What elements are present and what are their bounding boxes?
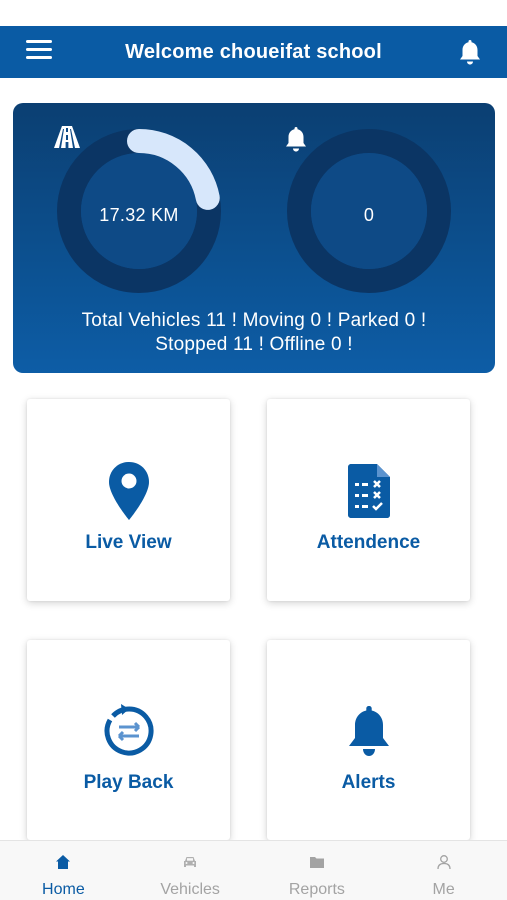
attendance-sheet-icon [347, 464, 390, 518]
bell-icon [286, 127, 306, 152]
tab-reports[interactable]: Reports [254, 841, 381, 900]
alerts-gauge: 0 [283, 125, 455, 297]
status-bar-area [0, 0, 507, 26]
attendance-card[interactable]: Attendence [267, 399, 470, 601]
bell-icon [348, 706, 389, 756]
bell-icon [460, 40, 480, 65]
user-icon [436, 855, 451, 870]
app-header: Welcome choueifat school [0, 26, 507, 78]
live-view-label: Live View [85, 532, 172, 553]
home-icon [56, 855, 71, 869]
play-back-label: Play Back [83, 772, 174, 793]
tab-vehicles-label: Vehicles [160, 881, 220, 898]
tab-me-label: Me [432, 881, 455, 898]
alerts-count: 0 [363, 204, 375, 225]
distance-value: 17.32 KM [99, 204, 179, 225]
page-title: Welcome choueifat school [125, 40, 382, 63]
car-icon [184, 857, 197, 867]
menu-icon [26, 40, 52, 43]
live-view-card[interactable]: Live View [27, 399, 230, 601]
vehicle-stats-line-2: Stopped 11 ! Offline 0 ! [155, 334, 353, 355]
vehicle-stats-line-1: Total Vehicles 11 ! Moving 0 ! Parked 0 … [81, 310, 427, 331]
location-pin-icon [108, 462, 149, 520]
attendance-label: Attendence [316, 532, 421, 553]
menu-button[interactable] [26, 40, 52, 62]
bottom-tab-bar: Home Vehicles Reports Me [0, 840, 507, 900]
folder-icon [309, 857, 324, 868]
vehicle-stats: Total Vehicles 11 ! Moving 0 ! Parked 0 … [13, 309, 495, 357]
playback-icon [104, 704, 154, 756]
tab-vehicles[interactable]: Vehicles [127, 841, 254, 900]
distance-gauge: 17.32 KM [53, 125, 225, 297]
tab-me[interactable]: Me [380, 841, 507, 900]
notifications-button[interactable] [457, 38, 483, 66]
tab-reports-label: Reports [288, 881, 345, 898]
alerts-card[interactable]: Alerts [267, 640, 470, 840]
tab-home[interactable]: Home [0, 841, 127, 900]
alerts-label: Alerts [341, 772, 396, 793]
road-icon [54, 126, 80, 148]
play-back-card[interactable]: Play Back [27, 640, 230, 840]
summary-panel: 17.32 KM 0 Total Vehicles 11 ! Moving 0 … [13, 103, 495, 373]
tab-home-label: Home [42, 881, 85, 898]
